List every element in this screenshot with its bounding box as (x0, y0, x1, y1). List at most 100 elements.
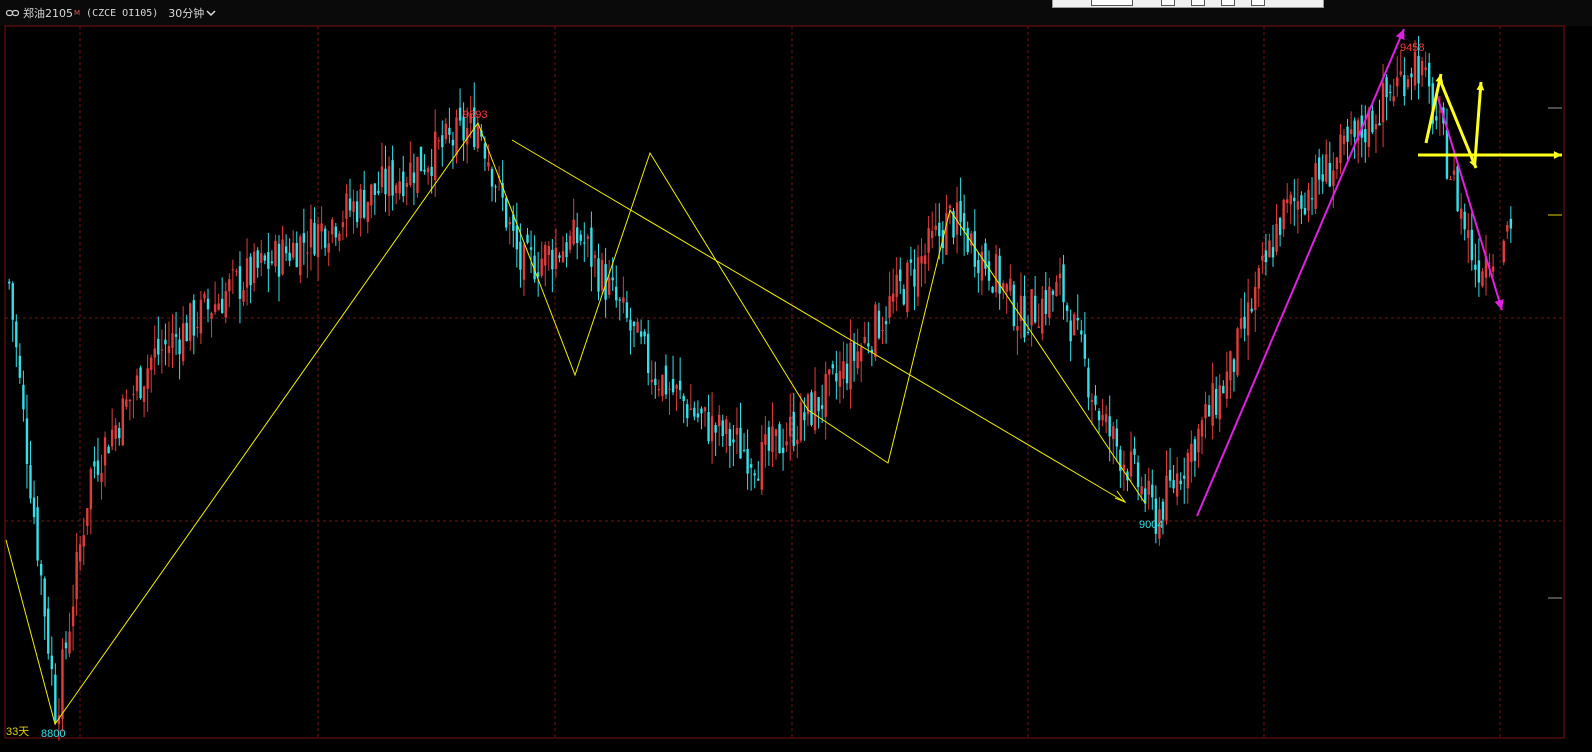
candle-body (1161, 501, 1165, 520)
candle-body (845, 363, 849, 384)
candle-body (547, 246, 550, 256)
candle (1104, 405, 1108, 434)
candle-body (1459, 208, 1463, 219)
candle-body (118, 428, 121, 439)
candle (345, 184, 348, 238)
candle-body (583, 242, 586, 244)
candle (1041, 286, 1044, 341)
candle (274, 234, 277, 273)
low-label-right: 9004 (1139, 519, 1163, 531)
candle-body (249, 256, 252, 286)
candle-body (1502, 240, 1505, 263)
candle (281, 225, 284, 276)
candle (323, 225, 327, 256)
candle (114, 418, 117, 452)
candle-body (1041, 298, 1044, 334)
candle-body (526, 234, 529, 243)
candle (132, 385, 135, 419)
candle-body (707, 412, 710, 442)
candle (210, 311, 213, 338)
candle-body (1026, 332, 1030, 334)
candle (977, 252, 980, 293)
candle-body (749, 464, 753, 468)
candle (579, 230, 582, 246)
candle-body (856, 351, 859, 369)
candle (867, 321, 870, 354)
candle (650, 360, 653, 395)
candle (757, 461, 760, 482)
candle-body (167, 345, 171, 353)
candle (1385, 74, 1388, 121)
candle (338, 231, 341, 252)
candle-body (1300, 195, 1303, 209)
candle (125, 389, 128, 410)
candle-body (1229, 351, 1232, 381)
candle (1282, 198, 1285, 237)
candle (615, 265, 618, 308)
candle (1399, 50, 1402, 77)
candle-body (405, 182, 408, 187)
candle (8, 278, 11, 290)
candle-body (245, 258, 249, 288)
candle-body (820, 405, 824, 409)
candle-body (409, 162, 412, 186)
candle-body (1129, 451, 1133, 477)
candle-body (757, 478, 760, 481)
candle-body (863, 336, 866, 343)
candle (103, 431, 107, 487)
candle (1051, 289, 1055, 312)
candlestick-chart[interactable]: 9393 9458 9004 8800 33天 (0, 0, 1592, 752)
candle-body (966, 228, 969, 253)
candle-body (1094, 395, 1097, 405)
candle (1452, 153, 1456, 182)
candle-body (1381, 83, 1385, 123)
candle (682, 393, 685, 424)
candle (597, 243, 600, 301)
candle (391, 145, 394, 211)
candle (1168, 447, 1172, 488)
candle (693, 401, 696, 421)
candle (739, 402, 742, 459)
candle (387, 156, 391, 217)
candle (505, 196, 508, 231)
candle-body (927, 228, 930, 253)
candle-body (636, 321, 639, 333)
candle-body (352, 201, 355, 212)
candle-body (1083, 334, 1087, 359)
candle (572, 198, 575, 246)
candle-body (1069, 320, 1072, 342)
candle-body (189, 303, 192, 341)
candle (913, 249, 916, 311)
candle-body (923, 255, 927, 265)
candle-body (181, 323, 185, 362)
candle (678, 357, 682, 400)
candle (412, 153, 416, 206)
candle (206, 288, 210, 323)
candle-body (1321, 174, 1324, 182)
candle (1325, 139, 1328, 185)
candle (881, 316, 884, 345)
candle-body (796, 439, 799, 445)
candle (242, 281, 245, 306)
candle (1307, 183, 1310, 223)
candle (1087, 358, 1090, 411)
candle-body (1413, 51, 1417, 86)
candle-body (423, 169, 426, 172)
candle (1073, 312, 1076, 336)
candle (1179, 472, 1182, 490)
candle-body (1378, 123, 1381, 126)
candle-body (1296, 201, 1300, 210)
candle-body (284, 246, 288, 254)
candle (1392, 78, 1395, 107)
candle-body (1058, 273, 1062, 279)
candle-body (909, 259, 913, 263)
candle (494, 184, 497, 203)
candle (199, 291, 203, 344)
candle-body (22, 384, 25, 410)
candle (476, 115, 479, 152)
candle (359, 183, 362, 237)
candle (1474, 243, 1477, 288)
candle-body (739, 427, 742, 459)
candle-body (515, 225, 519, 250)
candle-body (615, 286, 618, 301)
